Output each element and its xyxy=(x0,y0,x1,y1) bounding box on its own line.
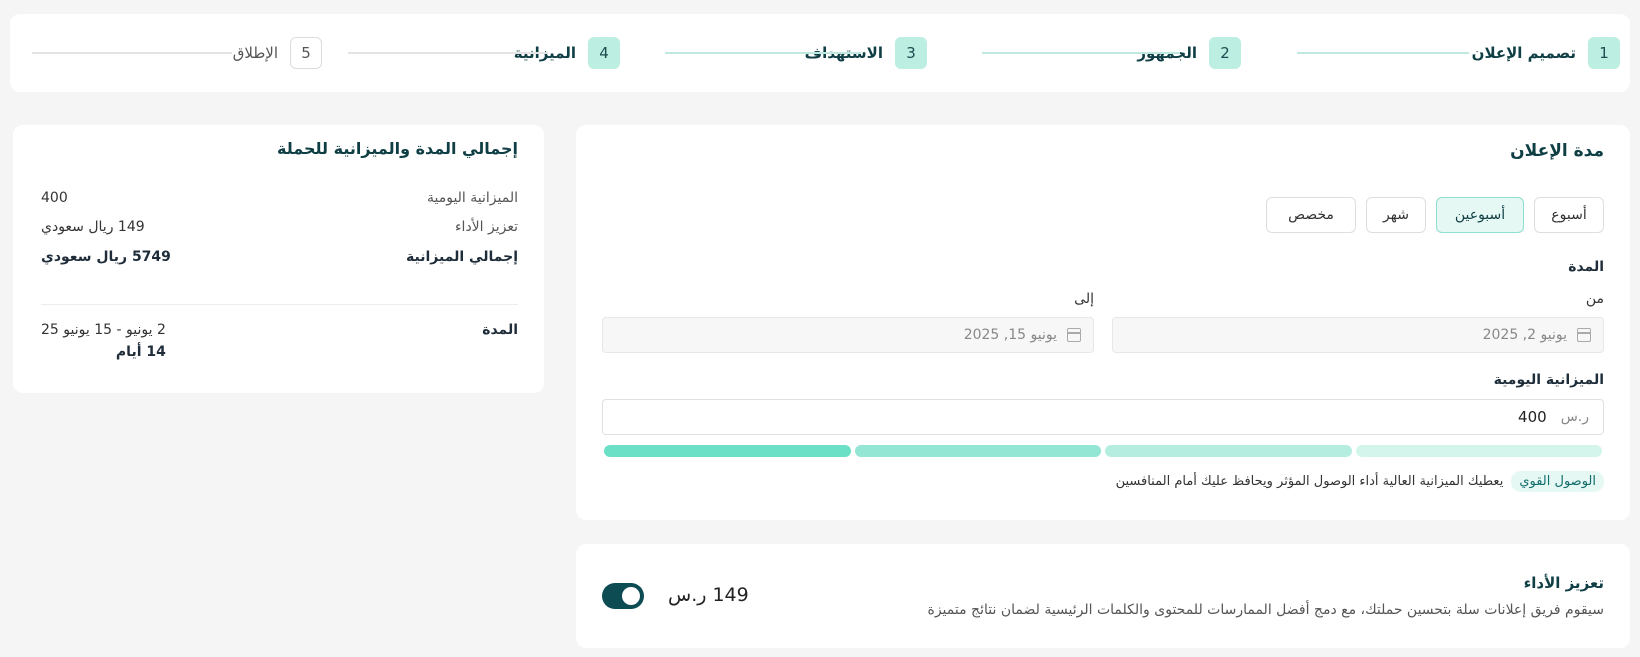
step-connector xyxy=(982,52,1180,54)
summary-boost-row: تعزيز الأداء 149 ريال سعودي xyxy=(41,219,518,235)
summary-label: تعزيز الأداء xyxy=(454,219,518,235)
step-launch[interactable]: 5 الإطلاق xyxy=(233,37,322,69)
budget-strength-bar[interactable] xyxy=(604,445,1602,457)
summary-label: المدة xyxy=(482,322,518,338)
step-label: الإطلاق xyxy=(232,44,278,62)
progress-stepper: 1 تصميم الإعلان 2 الجمهور 3 الاستهداف 4 … xyxy=(10,14,1630,92)
summary-label: إجمالي الميزانية xyxy=(406,249,518,265)
divider xyxy=(41,304,518,305)
duration-option-month[interactable]: شهر xyxy=(1366,197,1426,233)
summary-daily-budget-row: الميزانية اليومية 400 xyxy=(41,190,518,206)
reach-hint: يعطيك الميزانية العالية أداء الوصول المؤ… xyxy=(1115,474,1504,489)
summary-period-row: المدة 2 يونيو - 15 يونيو 25 14 أيام xyxy=(41,322,518,360)
step-number: 3 xyxy=(895,37,927,69)
step-connector xyxy=(665,52,861,54)
summary-period-values: 2 يونيو - 15 يونيو 25 14 أيام xyxy=(41,322,166,360)
summary-label: الميزانية اليومية xyxy=(426,190,518,206)
step-number: 4 xyxy=(588,37,620,69)
end-date-field[interactable]: يونيو 15, 2025 xyxy=(602,317,1094,353)
daily-budget-label: الميزانية اليومية xyxy=(1493,372,1604,388)
from-label: من xyxy=(1585,291,1604,307)
summary-title: إجمالي المدة والميزانية للحملة xyxy=(277,139,518,158)
campaign-summary-card: إجمالي المدة والميزانية للحملة الميزانية… xyxy=(13,125,544,393)
step-number: 2 xyxy=(1209,37,1241,69)
boost-toggle[interactable] xyxy=(602,583,644,609)
start-date-value: يونيو 2, 2025 xyxy=(1482,327,1567,343)
reach-badge: الوصول القوي xyxy=(1511,471,1604,492)
strength-segment xyxy=(1355,445,1602,457)
step-connector xyxy=(32,52,232,54)
calendar-icon xyxy=(1067,328,1081,342)
step-design-ad[interactable]: 1 تصميم الإعلان xyxy=(1472,37,1620,69)
period-label: المدة xyxy=(1568,259,1604,275)
ad-duration-title: مدة الإعلان xyxy=(1510,141,1604,161)
end-date-value: يونيو 15, 2025 xyxy=(963,327,1057,343)
daily-budget-value: 400 xyxy=(1518,408,1547,426)
strength-segment xyxy=(604,445,851,457)
strength-segment xyxy=(854,445,1101,457)
calendar-icon xyxy=(1577,328,1591,342)
period-days: 14 أيام xyxy=(115,344,166,360)
start-date-field[interactable]: يونيو 2, 2025 xyxy=(1112,317,1604,353)
boost-title: تعزيز الأداء xyxy=(1523,574,1604,592)
summary-total-row: إجمالي الميزانية 5749 ريال سعودي xyxy=(41,249,518,265)
boost-description: سيقوم فريق إعلانات سلة بتحسين حملتك، مع … xyxy=(927,602,1605,618)
step-label: تصميم الإعلان xyxy=(1471,44,1576,62)
step-connector xyxy=(1297,52,1469,54)
summary-value: 400 xyxy=(41,190,68,206)
daily-budget-input[interactable]: ر.س 400 xyxy=(602,399,1604,435)
reach-hint-row: الوصول القوي يعطيك الميزانية العالية أدا… xyxy=(1116,471,1604,492)
boost-price: 149 ر.س xyxy=(668,584,749,606)
duration-option-two-weeks[interactable]: أسبوعين xyxy=(1436,197,1524,233)
performance-boost-card: تعزيز الأداء سيقوم فريق إعلانات سلة بتحس… xyxy=(576,544,1630,648)
summary-value: 5749 ريال سعودي xyxy=(41,249,171,265)
strength-segment xyxy=(1105,445,1352,457)
step-number: 5 xyxy=(290,37,322,69)
currency-label: ر.س xyxy=(1560,409,1589,425)
duration-option-custom[interactable]: مخصص xyxy=(1266,197,1356,233)
period-range: 2 يونيو - 15 يونيو 25 xyxy=(41,322,166,338)
duration-option-week[interactable]: أسبوع xyxy=(1534,197,1604,233)
to-label: إلى xyxy=(1074,291,1094,307)
step-number: 1 xyxy=(1588,37,1620,69)
summary-value: 149 ريال سعودي xyxy=(41,219,145,235)
step-connector xyxy=(348,52,548,54)
ad-duration-card: مدة الإعلان أسبوع أسبوعين شهر مخصص المدة… xyxy=(576,125,1630,520)
